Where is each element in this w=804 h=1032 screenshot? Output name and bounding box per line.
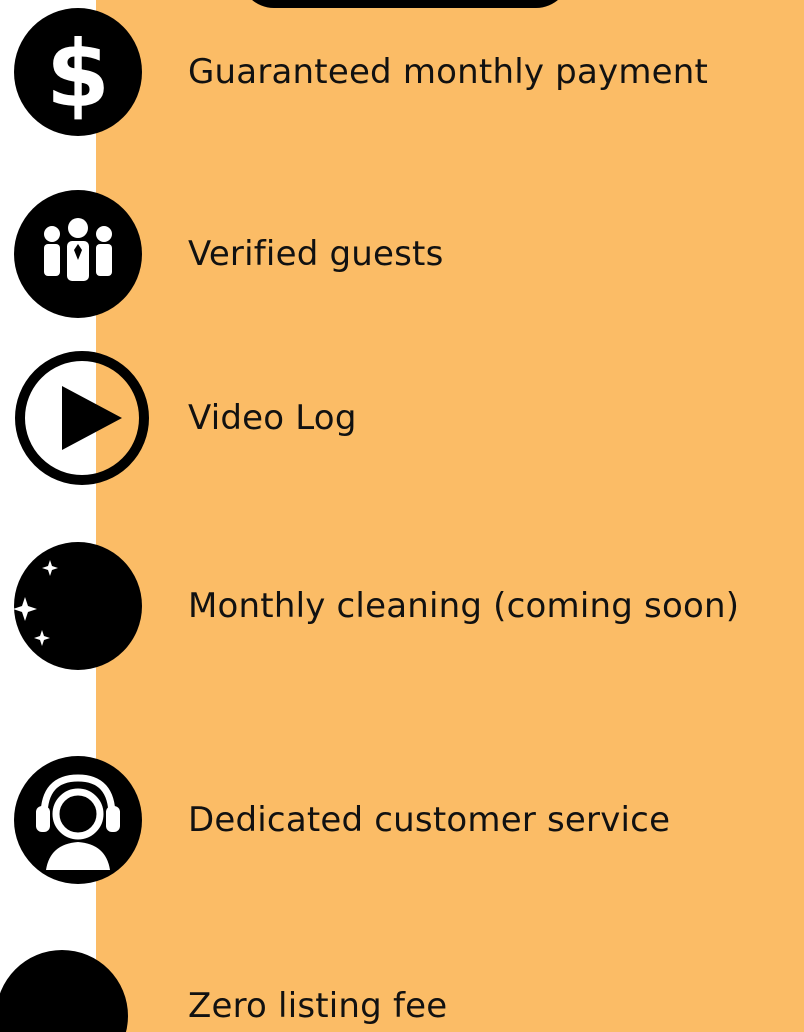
- feature-item-customer-service: Dedicated customer service: [0, 750, 804, 890]
- feature-item-guaranteed-payment: $ Guaranteed monthly payment: [0, 2, 804, 142]
- customer-service-icon: [0, 750, 160, 890]
- feature-label: Video Log: [188, 398, 357, 438]
- cleaning-hand-icon: [0, 536, 160, 676]
- circle-icon: [0, 936, 160, 1032]
- feature-label: Guaranteed monthly payment: [188, 52, 709, 92]
- feature-item-monthly-cleaning: Monthly cleaning (coming soon): [0, 536, 804, 676]
- feature-label: Zero listing fee: [188, 986, 448, 1026]
- feature-label: Dedicated customer service: [188, 800, 671, 840]
- feature-label: Verified guests: [188, 234, 444, 274]
- feature-label: Monthly cleaning (coming soon): [188, 586, 740, 626]
- people-icon: [0, 184, 160, 324]
- dollar-icon: $: [0, 2, 160, 142]
- feature-item-video-log: Video Log: [0, 348, 804, 488]
- svg-text:$: $: [46, 21, 110, 128]
- play-icon: [0, 348, 160, 488]
- feature-item-verified-guests: Verified guests: [0, 184, 804, 324]
- feature-item-zero-listing-fee: Zero listing fee: [0, 936, 804, 1032]
